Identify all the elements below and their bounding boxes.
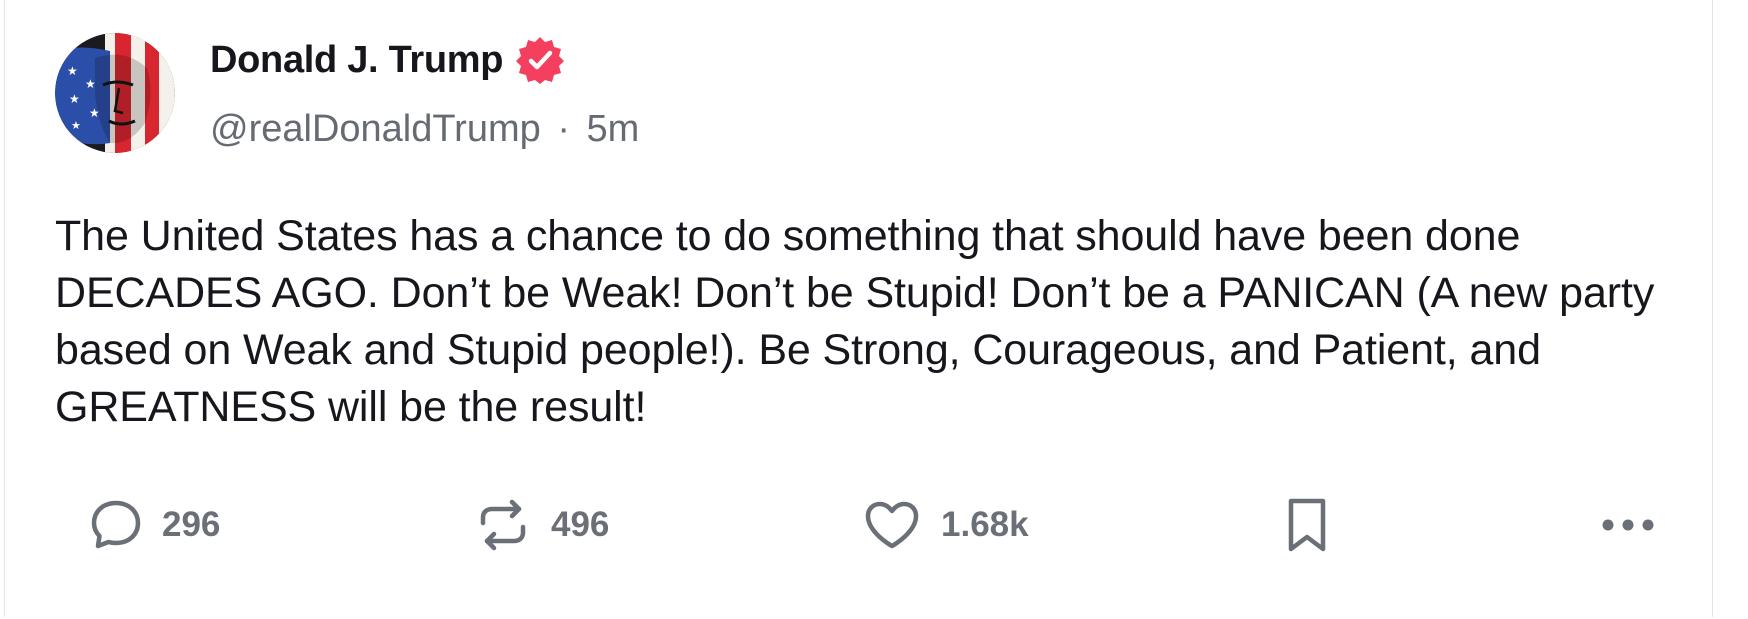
verified-badge-icon xyxy=(515,35,565,85)
svg-text:★: ★ xyxy=(67,64,78,78)
action-bar: 296 496 1.68k xyxy=(5,495,1712,555)
post-timestamp[interactable]: 5m xyxy=(587,108,640,150)
like-count: 1.68k xyxy=(941,505,1029,544)
avatar-image: ★ ★ ★ ★ ★ xyxy=(55,33,175,153)
reply-button[interactable]: 296 xyxy=(90,495,220,555)
like-button[interactable]: 1.68k xyxy=(863,495,1029,555)
meta-separator: · xyxy=(557,108,570,150)
author-handle[interactable]: @realDonaldTrump xyxy=(210,108,541,150)
more-options-button[interactable] xyxy=(1600,495,1656,555)
author-name-row[interactable]: Donald J. Trump xyxy=(210,35,565,85)
author-display-name[interactable]: Donald J. Trump xyxy=(210,39,504,82)
speech-bubble-icon xyxy=(90,499,142,551)
post-card[interactable]: ★ ★ ★ ★ ★ Donald J. Trump @realDonaldTru… xyxy=(4,0,1713,617)
retruth-count: 496 xyxy=(551,505,610,544)
author-meta: @realDonaldTrump · 5m xyxy=(210,108,639,151)
post-body: The United States has a chance to do som… xyxy=(55,212,1655,431)
svg-text:★: ★ xyxy=(85,77,96,91)
svg-text:★: ★ xyxy=(69,92,80,106)
heart-icon xyxy=(863,499,921,551)
more-horizontal-icon xyxy=(1600,515,1656,535)
reply-count: 296 xyxy=(162,505,221,544)
repost-arrows-icon xyxy=(475,497,531,553)
bookmark-icon xyxy=(1285,495,1329,555)
bookmark-button[interactable] xyxy=(1285,495,1329,555)
avatar[interactable]: ★ ★ ★ ★ ★ xyxy=(55,33,175,153)
retruth-button[interactable]: 496 xyxy=(475,495,609,555)
svg-text:★: ★ xyxy=(71,119,81,132)
